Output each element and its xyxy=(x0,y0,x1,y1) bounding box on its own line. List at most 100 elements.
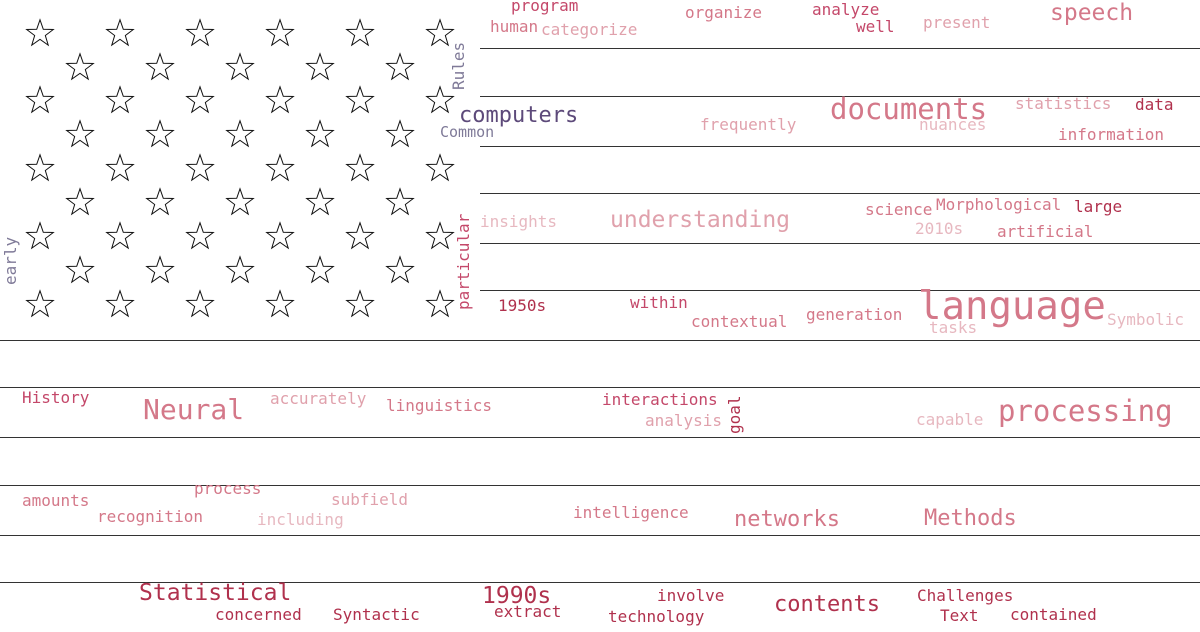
star-icon xyxy=(305,187,335,216)
star-icon xyxy=(185,289,215,318)
word-contents: contents xyxy=(774,592,880,617)
star-icon xyxy=(345,18,375,47)
word-program: program xyxy=(511,0,579,15)
word-science: science xyxy=(865,200,933,219)
word-organize: organize xyxy=(685,3,763,22)
word-networks: networks xyxy=(734,507,840,532)
word-within: within xyxy=(630,293,688,312)
word-capable: capable xyxy=(916,410,984,429)
flag-stripe xyxy=(0,340,1200,388)
star-icon xyxy=(265,221,295,250)
star-icon xyxy=(145,187,175,216)
word-linguistics: linguistics xyxy=(386,396,492,415)
word-2010s: 2010s xyxy=(915,219,964,238)
star-icon xyxy=(25,18,55,47)
star-icon xyxy=(345,221,375,250)
star-icon xyxy=(265,18,295,47)
star-icon xyxy=(345,289,375,318)
word-subfield: subfield xyxy=(331,490,409,509)
word-data: data xyxy=(1135,95,1174,114)
word-syntactic: Syntactic xyxy=(333,605,420,624)
star-icon xyxy=(25,85,55,114)
word-information: information xyxy=(1058,125,1164,144)
flag-word-cloud: program human categorize organize analyz… xyxy=(0,0,1200,632)
word-human: human xyxy=(490,17,539,36)
star-icon xyxy=(225,255,255,284)
word-generation: generation xyxy=(806,305,903,324)
word-well: well xyxy=(856,17,895,36)
star-icon xyxy=(385,187,415,216)
star-icon xyxy=(145,255,175,284)
word-1950s: 1950s xyxy=(498,296,547,315)
star-icon xyxy=(25,221,55,250)
star-icon xyxy=(105,221,135,250)
star-icon xyxy=(105,289,135,318)
flag-stripe xyxy=(0,437,1200,486)
star-icon xyxy=(25,289,55,318)
word-tasks: tasks xyxy=(929,318,978,337)
word-artificial: artificial xyxy=(997,222,1094,241)
word-categorize: categorize xyxy=(541,20,638,39)
word-processing: processing xyxy=(998,394,1173,428)
star-icon xyxy=(385,119,415,148)
star-icon xyxy=(345,85,375,114)
word-technology: technology xyxy=(608,607,705,626)
word-text: Text xyxy=(940,606,979,625)
star-icon xyxy=(105,18,135,47)
word-concerned: concerned xyxy=(215,605,302,624)
star-icon xyxy=(425,289,455,318)
star-icon xyxy=(385,52,415,81)
word-statistical: Statistical xyxy=(139,580,292,606)
star-icon xyxy=(185,18,215,47)
word-contextual: contextual xyxy=(691,312,788,331)
word-understanding: understanding xyxy=(610,207,791,233)
star-icon xyxy=(65,187,95,216)
star-icon xyxy=(65,255,95,284)
star-icon xyxy=(65,119,95,148)
star-icon xyxy=(145,119,175,148)
star-icon xyxy=(65,52,95,81)
word-neural: Neural xyxy=(143,393,245,426)
star-icon xyxy=(385,255,415,284)
star-icon xyxy=(305,119,335,148)
word-analysis: analysis xyxy=(645,411,723,430)
star-icon xyxy=(225,187,255,216)
word-including: including xyxy=(257,510,344,529)
word-speech: speech xyxy=(1050,0,1134,26)
word-statistics: statistics xyxy=(1015,94,1112,113)
star-icon xyxy=(345,153,375,182)
word-large: large xyxy=(1074,197,1123,216)
word-goal: goal xyxy=(725,395,744,434)
star-icon xyxy=(25,153,55,182)
star-icon xyxy=(225,52,255,81)
word-analyze: analyze xyxy=(812,0,880,19)
star-icon xyxy=(265,153,295,182)
word-symbolic: Symbolic xyxy=(1107,310,1185,329)
word-process: process xyxy=(194,479,262,498)
word-early: early xyxy=(1,236,20,285)
word-challenges: Challenges xyxy=(917,586,1014,605)
word-extract: extract xyxy=(494,602,562,621)
word-recognition: recognition xyxy=(97,507,203,526)
star-icon xyxy=(185,85,215,114)
word-intelligence: intelligence xyxy=(573,503,689,522)
star-icon xyxy=(265,289,295,318)
word-common: Common xyxy=(440,123,495,141)
word-accurately: accurately xyxy=(270,389,367,408)
star-icon xyxy=(225,119,255,148)
star-icon xyxy=(305,255,335,284)
word-insights: insights xyxy=(480,212,558,231)
star-icon xyxy=(105,153,135,182)
star-icon xyxy=(105,85,135,114)
word-history: History xyxy=(22,388,90,407)
star-icon xyxy=(145,52,175,81)
flag-stripe xyxy=(0,535,1200,583)
word-involve: involve xyxy=(657,586,725,605)
star-icon xyxy=(425,221,455,250)
star-icon xyxy=(305,52,335,81)
word-methods: Methods xyxy=(924,506,1017,531)
word-nuances: nuances xyxy=(919,115,987,134)
star-icon xyxy=(265,85,295,114)
flag-stripe xyxy=(480,146,1200,194)
word-interactions: interactions xyxy=(602,390,718,409)
